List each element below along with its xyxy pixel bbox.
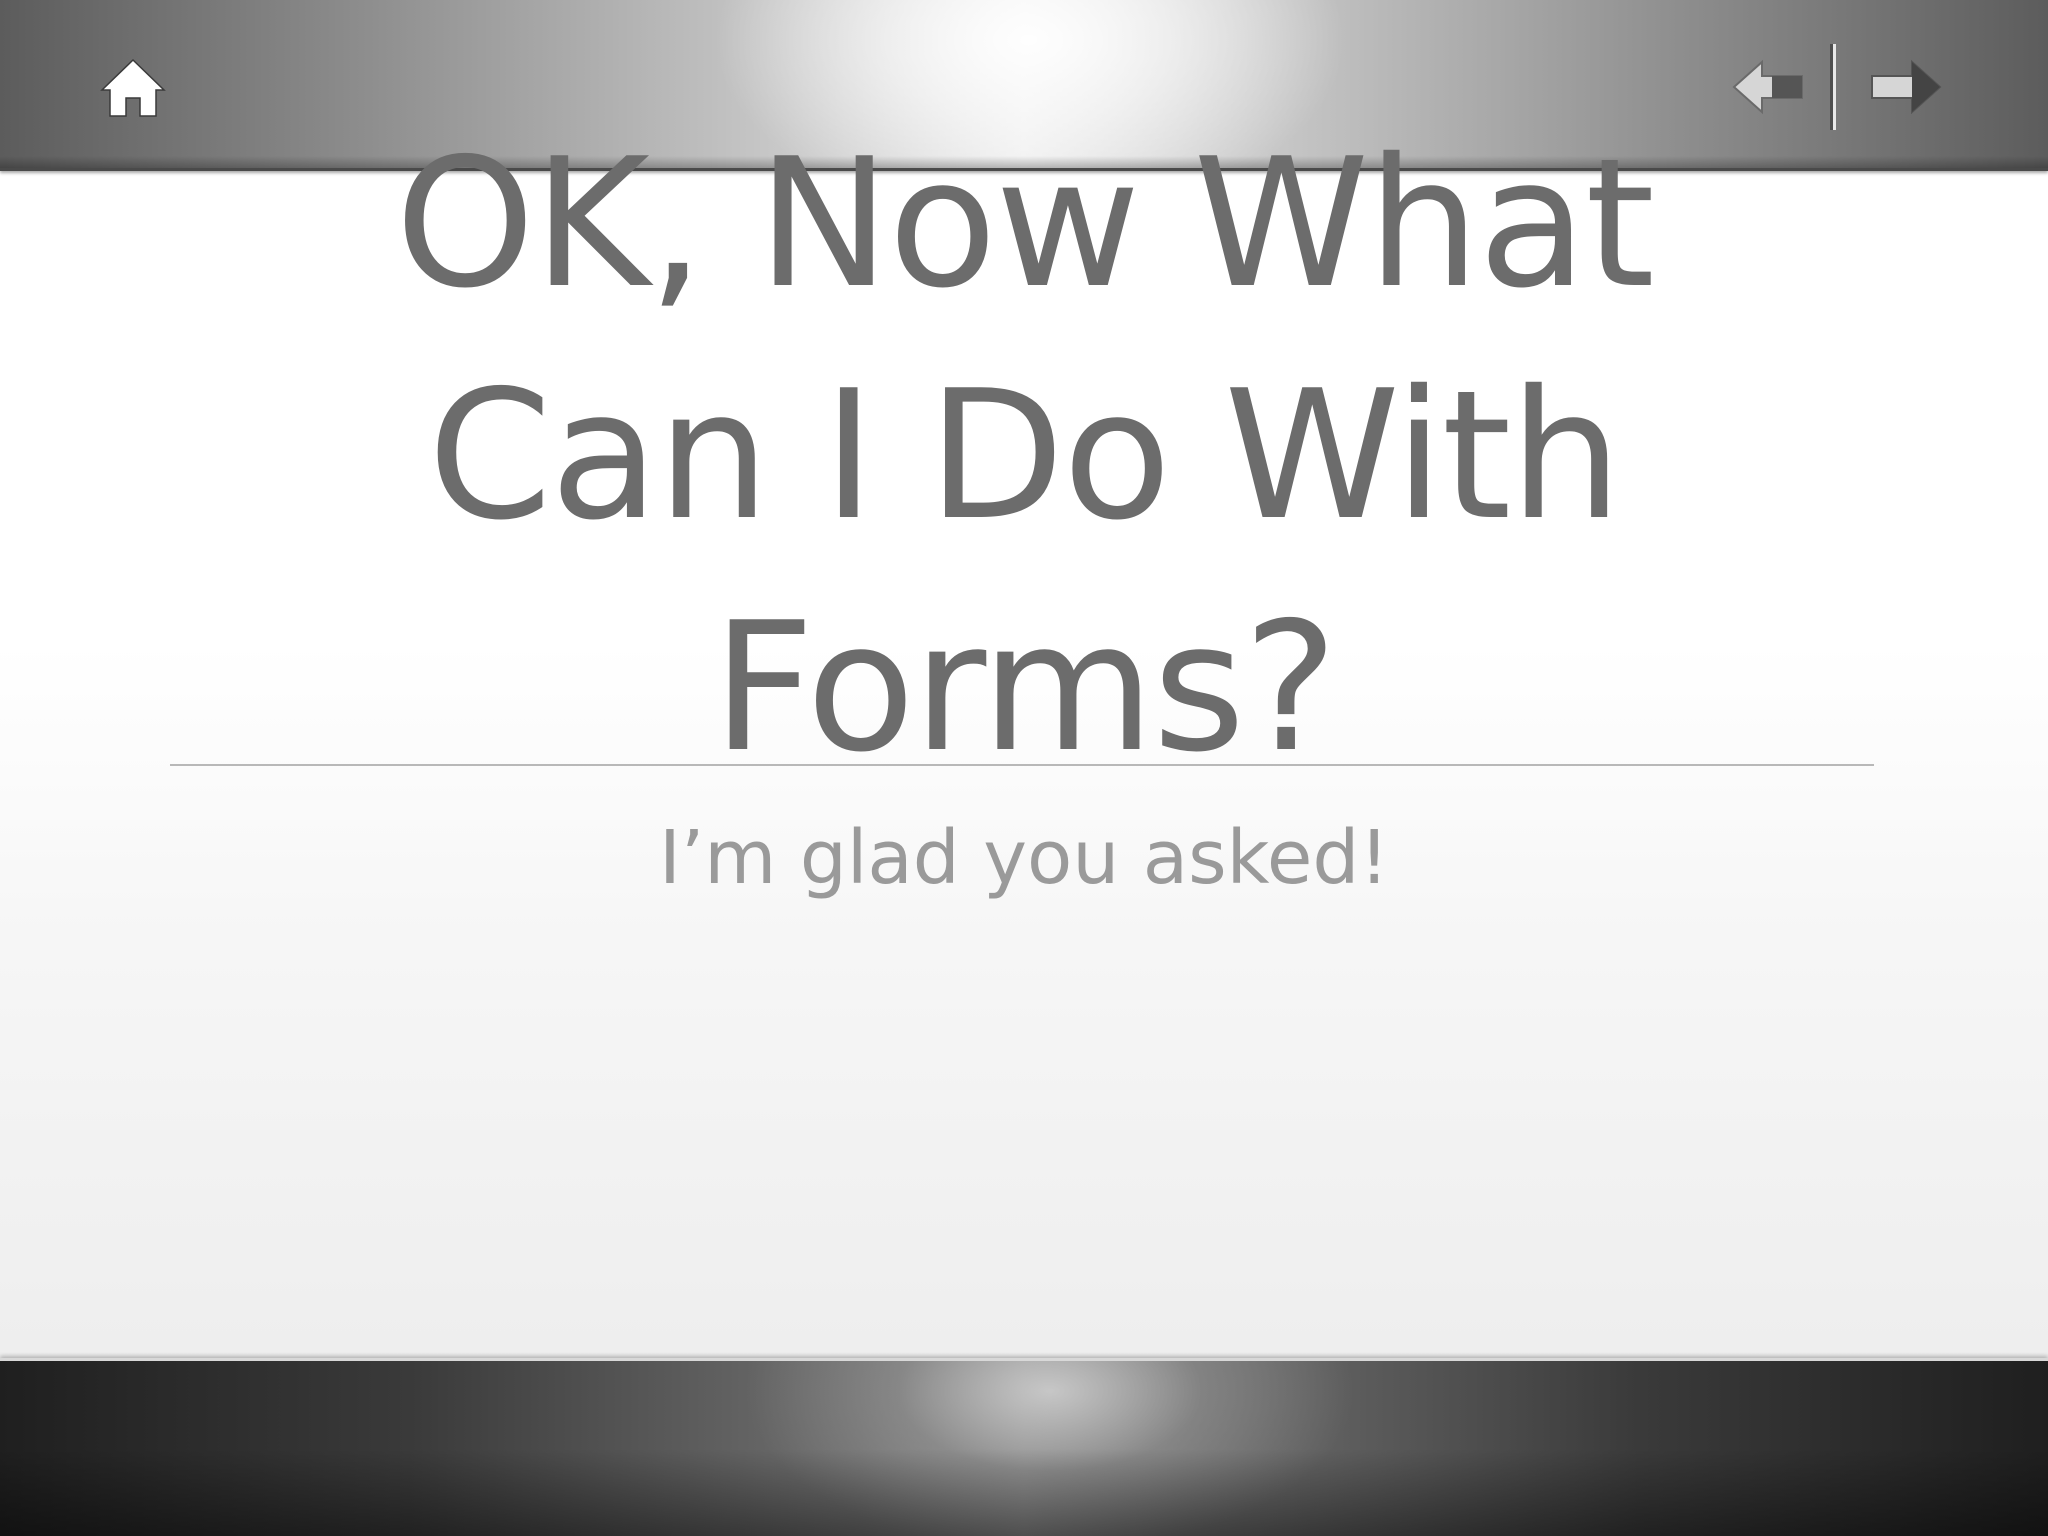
bottom-toolbar: [0, 1358, 2048, 1536]
next-slide-button[interactable]: [1866, 58, 1942, 116]
home-button[interactable]: [100, 58, 166, 118]
title-divider: [170, 764, 1874, 766]
slide-subtitle: I’m glad you asked!: [658, 815, 1390, 901]
slide-title-line: OK, Now What: [395, 120, 1655, 327]
slide-title-line: Can I Do With: [427, 352, 1623, 559]
slide-title: OK, Now What Can I Do With Forms?: [174, 108, 1874, 804]
slide-title-line: Forms?: [712, 584, 1338, 791]
arrow-right-icon: [1871, 59, 1942, 115]
home-icon: [100, 58, 166, 117]
